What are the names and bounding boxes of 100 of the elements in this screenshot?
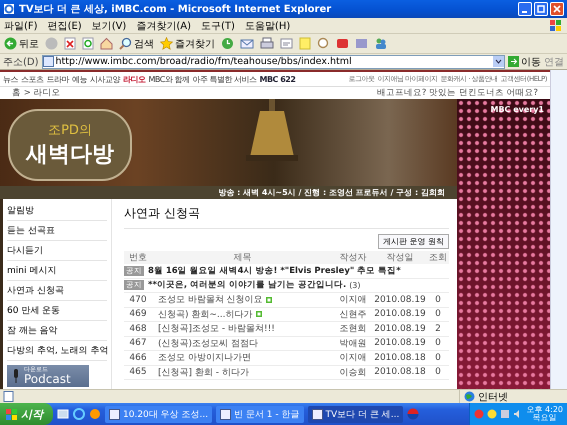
table-cell: 2010.08.19 [373, 294, 427, 305]
messenger-icon[interactable] [374, 37, 388, 50]
sidebar-item[interactable]: 듣는 선곡표 [7, 221, 107, 241]
menu-item[interactable]: 편집(E) [48, 18, 82, 32]
nav-link[interactable]: 뉴스 [3, 74, 18, 84]
sidebar-item[interactable]: 잠 깨는 음악 [7, 321, 107, 341]
table-cell-text: 0 [434, 294, 442, 305]
sidebar-item[interactable]: 다방의 추억, 노래의 추억 [7, 341, 107, 361]
tray-icon[interactable] [500, 409, 510, 419]
column-header: 작성자 [338, 252, 368, 264]
notice-title[interactable]: 8월 16일 월요일 새벽4시 방송! *"Elvis Presley" 추모 특집* [148, 264, 401, 277]
maximize-icon [537, 5, 545, 13]
window-icon [109, 408, 120, 420]
nav-link[interactable]: MBC와 함께 [148, 74, 190, 84]
home-icon[interactable] [100, 37, 113, 50]
menu-item[interactable]: 즐겨찾기(A) [136, 18, 191, 32]
rules-button[interactable]: 게시판 운영 원칙 [378, 234, 449, 249]
column-header: 번호 [128, 252, 148, 264]
post-title[interactable]: (신청곡)조성모씨 점점다 [158, 336, 258, 350]
note-icon[interactable] [299, 37, 311, 50]
desktop-icon[interactable] [57, 408, 69, 420]
logo-subtitle: 조PD의 [48, 122, 92, 139]
window-icon [220, 408, 232, 420]
table-cell-text: 박애원 [338, 338, 368, 350]
nav-link[interactable]: 드라마 [46, 74, 69, 84]
nav-link[interactable]: 라디오 [123, 74, 146, 84]
channel-logo: MBC every1 [490, 105, 544, 114]
notice-title[interactable]: **이곳은, 여러분의 이야기를 남기는 공간입니다. [148, 279, 346, 292]
stop-icon[interactable] [64, 37, 76, 50]
window-title: TV보다 더 큰 세상, iMBC.com - Microsoft Internet Explorer [19, 3, 332, 16]
table-cell-text: 조현희 [338, 323, 368, 336]
table-cell-text: 이승희 [338, 366, 368, 379]
browser-icon [3, 3, 15, 15]
table-cell-text: 2 [434, 324, 442, 334]
ad-banner[interactable]: MBC every1 [457, 99, 550, 389]
promo-link[interactable]: 배고프네요? 맛있는 던킨도너츠 어때요? [376, 87, 538, 99]
scrollbar[interactable] [550, 70, 567, 389]
mail-icon[interactable] [240, 37, 254, 50]
table-cell-text: 0 [434, 338, 442, 348]
column-header: 제목 [232, 252, 252, 264]
go-arrow-icon [508, 56, 519, 67]
logo-title: 새벽다방 [26, 141, 114, 169]
favorites-button[interactable]: 즐겨찾기 [160, 36, 215, 50]
nav-link[interactable]: 예능 [72, 74, 87, 84]
table-cell-text: 467 [128, 338, 148, 348]
table-cell-text: 이지애 [338, 294, 368, 306]
sidebar-item[interactable]: 알림방 [7, 201, 107, 221]
search-button[interactable]: 검색 [119, 36, 154, 50]
nav-link[interactable]: 시사교양 [90, 74, 120, 84]
table-cell-text: 0 [434, 352, 442, 363]
comment-count: (3) [349, 280, 361, 290]
back-button[interactable]: 뒤로 [4, 36, 39, 50]
post-title[interactable]: 신청곡) 환희~...히다가 [158, 308, 252, 321]
site-logo[interactable]: MBC 622 [259, 74, 296, 84]
table-cell: 2010.08.19 [373, 324, 427, 334]
menu-item[interactable]: 도움말(H) [244, 18, 290, 32]
nav-link[interactable]: 아주 특별한 서비스 [192, 74, 256, 84]
address-field[interactable]: http://www.imbc.com/broad/radio/fm/teahouse/bbs/index.html [42, 54, 505, 68]
menu-item[interactable]: 보기(V) [92, 18, 126, 32]
table-cell-text: 신현주 [338, 308, 368, 321]
browser-icon[interactable] [73, 408, 85, 420]
refresh-icon[interactable] [82, 37, 94, 50]
sidebar-item[interactable]: 다시듣기 [7, 241, 107, 261]
taskbar-button[interactable]: 빈 문서 1 - 한글 [216, 406, 304, 422]
sidebar-item[interactable]: mini 메시지 [7, 261, 107, 281]
history-icon[interactable] [221, 37, 234, 50]
tray-icon[interactable] [487, 409, 498, 419]
post-title[interactable]: 조성모 바람몰쳐 신청이요 [158, 293, 263, 306]
sidebar-item[interactable]: 사연과 신청곡 [7, 281, 107, 301]
minimize-button[interactable] [518, 2, 532, 16]
post-title[interactable]: 조성모 아방이지나가면 [158, 351, 251, 364]
table-cell: 2010.08.18 [373, 367, 427, 378]
nav-link[interactable]: 스포츠 [21, 74, 44, 84]
table-cell-text: 469 [128, 309, 148, 320]
language-icon[interactable] [407, 408, 420, 420]
edit-icon[interactable] [280, 37, 293, 50]
table-cell-text: 0 [434, 309, 442, 320]
microphone-icon [12, 369, 20, 383]
post-title[interactable]: [신청곡]조성모 - 바람몰쳐!!! [158, 322, 275, 336]
print-icon[interactable] [260, 37, 274, 50]
search-icon [119, 37, 132, 50]
page-icon [3, 391, 14, 402]
table-cell-text: 이지애 [338, 352, 368, 364]
go-button[interactable]: 이동 [508, 54, 541, 68]
post-title[interactable]: [신청곡] 환희 - 히다가 [158, 366, 249, 379]
close-icon [553, 5, 561, 13]
breadcrumb[interactable]: 홈 > 라디오 [12, 87, 61, 99]
windows-logo-icon [6, 408, 17, 420]
menu-item[interactable]: 도구(T) [201, 18, 235, 32]
taskbar-button[interactable]: TV보다 더 큰 세... [308, 406, 404, 422]
table-cell-text: 0 [434, 367, 442, 378]
board-title: 사연과 신청곡 [124, 205, 449, 229]
taskbar-button[interactable]: 10.20대 우상 조성... [105, 406, 212, 422]
dropdown-icon[interactable] [493, 56, 504, 67]
table-cell-text: 468 [128, 324, 148, 334]
sidebar-item[interactable]: 60 만세 운동 [7, 301, 107, 321]
maximize-button[interactable] [534, 2, 548, 16]
close-button[interactable] [550, 2, 564, 16]
address-label: 주소(D) [3, 56, 39, 68]
menu-item[interactable]: 파일(F) [4, 18, 38, 32]
